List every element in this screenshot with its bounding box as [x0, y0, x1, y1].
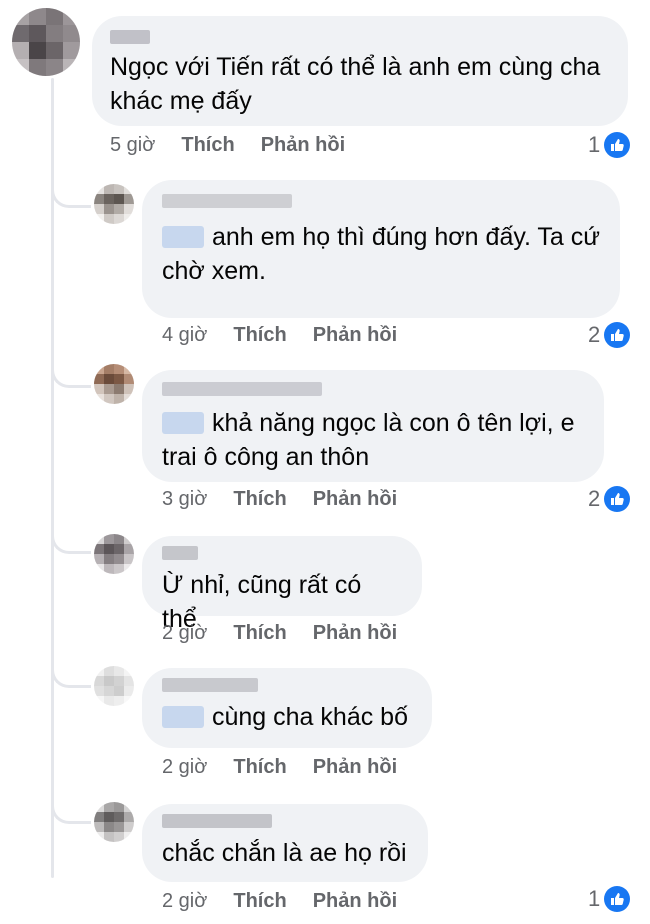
avatar[interactable]: [12, 8, 80, 76]
like-thumbs-up-icon: [604, 486, 631, 512]
reply-button[interactable]: Phản hồi: [313, 890, 397, 913]
avatar[interactable]: [94, 184, 134, 224]
reaction-number: 1: [588, 886, 601, 911]
comment-bubble: khả năng ngọc là con ô tên lợi, e trai ô…: [142, 370, 604, 482]
avatar[interactable]: [94, 364, 134, 404]
like-button[interactable]: Thích: [233, 756, 286, 779]
reply-button[interactable]: Phản hồi: [313, 324, 397, 347]
comment-time[interactable]: 3 giờ: [162, 488, 207, 511]
comment-time[interactable]: 2 giờ: [162, 890, 207, 913]
like-thumbs-up-icon: [604, 132, 631, 158]
author-name-redacted[interactable]: [162, 814, 272, 828]
thread-connector: [51, 364, 91, 388]
comment-text: cùng cha khác bố: [162, 700, 412, 734]
comment-text: chắc chắn là ae họ rồi: [162, 839, 407, 867]
thread-connector: [51, 800, 91, 824]
mention-tag-redacted[interactable]: [162, 226, 204, 248]
comment-bubble: anh em họ thì đúng hơn đấy. Ta cứ chờ xe…: [142, 180, 620, 318]
comment-bubble: cùng cha khác bố: [142, 668, 432, 748]
comment-actions: 4 giờ Thích Phản hồi: [162, 324, 397, 347]
reply-button[interactable]: Phản hồi: [261, 134, 345, 157]
thread-connector: [51, 664, 91, 688]
reaction-count[interactable]: 1: [588, 132, 631, 158]
mention-tag-redacted[interactable]: [162, 412, 204, 434]
comment-time[interactable]: 2 giờ: [162, 756, 207, 779]
comment-bubble: Ngọc với Tiến rất có thể là anh em cùng …: [92, 16, 628, 126]
comment-time[interactable]: 5 giờ: [110, 134, 155, 157]
comment-actions: 2 giờ Thích Phản hồi: [162, 622, 397, 645]
reply-button[interactable]: Phản hồi: [313, 622, 397, 645]
comment-time[interactable]: 4 giờ: [162, 324, 207, 347]
reaction-number: 2: [588, 322, 601, 347]
author-name-redacted[interactable]: [162, 194, 292, 208]
like-button[interactable]: Thích: [233, 890, 286, 913]
reaction-number: 2: [588, 486, 601, 511]
author-name-redacted[interactable]: [162, 546, 198, 560]
reaction-count[interactable]: 1: [588, 886, 631, 912]
like-button[interactable]: Thích: [181, 134, 234, 157]
thread-connector: [51, 184, 91, 208]
comment-actions: 2 giờ Thích Phản hồi: [162, 890, 397, 913]
author-name-redacted[interactable]: [162, 678, 258, 692]
like-thumbs-up-icon: [604, 886, 631, 912]
avatar[interactable]: [94, 534, 134, 574]
avatar[interactable]: [94, 666, 134, 706]
reply-button[interactable]: Phản hồi: [313, 488, 397, 511]
comment-bubble: chắc chắn là ae họ rồi: [142, 804, 428, 882]
reaction-count[interactable]: 2: [588, 322, 631, 348]
comment-bubble: Ừ nhỉ, cũng rất có thể: [142, 536, 422, 633]
author-name-redacted[interactable]: [110, 30, 150, 44]
thread-connector: [51, 530, 91, 554]
avatar[interactable]: [94, 802, 134, 842]
like-button[interactable]: Thích: [233, 622, 286, 645]
author-name-redacted[interactable]: [162, 382, 322, 396]
comment-actions: 2 giờ Thích Phản hồi: [162, 756, 397, 779]
like-button[interactable]: Thích: [233, 324, 286, 347]
like-thumbs-up-icon: [604, 322, 631, 348]
comment-text: Ngọc với Tiến rất có thể là anh em cùng …: [110, 53, 601, 115]
comment-time[interactable]: 2 giờ: [162, 622, 207, 645]
comment-text: khả năng ngọc là con ô tên lợi, e trai ô…: [162, 409, 575, 471]
like-button[interactable]: Thích: [233, 488, 286, 511]
reply-button[interactable]: Phản hồi: [313, 756, 397, 779]
comment-actions: 5 giờ Thích Phản hồi: [110, 134, 345, 157]
mention-tag-redacted[interactable]: [162, 706, 204, 728]
comment-actions: 3 giờ Thích Phản hồi: [162, 488, 397, 511]
reaction-number: 1: [588, 132, 601, 157]
comment-text: anh em họ thì đúng hơn đấy. Ta cứ chờ xe…: [162, 223, 601, 285]
reaction-count[interactable]: 2: [588, 486, 631, 512]
